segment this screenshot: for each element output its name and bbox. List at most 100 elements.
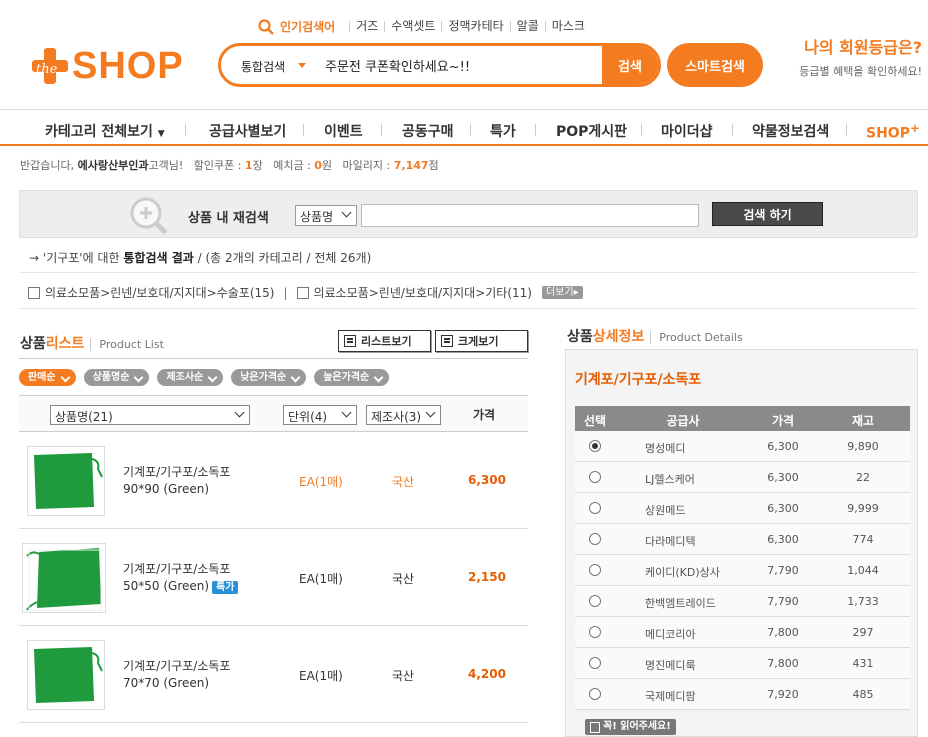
nav-suppliers[interactable]: 공급사별보기 — [209, 121, 286, 141]
chevron-down-icon[interactable] — [298, 63, 306, 72]
search-icon — [258, 18, 274, 35]
supplier-radio[interactable] — [589, 471, 601, 483]
product-name[interactable]: 기계포/기구포/소독포 70*70 (Green) — [123, 658, 230, 692]
member-grade-banner[interactable]: 나의 회원등급은? 등급별 혜택을 확인하세요! — [794, 34, 922, 79]
more-button[interactable]: 더보기▸ — [541, 286, 583, 299]
sort-sales[interactable]: 판매순 — [19, 369, 76, 386]
sort-price-high[interactable]: 높은가격순 — [314, 369, 390, 386]
header: the SHOP 인기검색어 거즈 수액셋트 정맥카테타 알콜 마스크 통합검색… — [0, 0, 928, 110]
supplier-row[interactable]: 명성메디 6,300 9,890 — [575, 431, 910, 462]
supplier-name: LJ헬스케어 — [645, 473, 695, 486]
product-detail-panel: 기계포/기구포/소독포 선택 공급사 가격 재고 명성메디 6,300 9,890 L… — [565, 349, 918, 737]
supplier-row[interactable]: 한백엠트레이드 7,790 1,733 — [575, 586, 910, 617]
supplier-stock: 9,890 — [847, 440, 879, 453]
list-view-button[interactable]: 리스트보기 — [338, 330, 431, 352]
product-name[interactable]: 기계포/기구포/소독포 90*90 (Green) — [123, 464, 230, 498]
category-checkbox[interactable] — [28, 286, 40, 299]
coupon-count[interactable]: 1 — [245, 159, 253, 172]
supplier-stock: 297 — [852, 626, 874, 639]
supplier-radio[interactable] — [589, 440, 601, 452]
sort-price-low[interactable]: 낮은가격순 — [231, 369, 307, 386]
supplier-row[interactable]: 다라메디텍 6,300 774 — [575, 524, 910, 555]
product-row[interactable]: 기계포/기구포/소독포 50*50 (Green) 특가 EA(1매) 국산 2,1… — [19, 529, 528, 626]
research-field-select[interactable]: 상품명 — [295, 205, 357, 226]
grid-view-button[interactable]: 크게보기 — [435, 330, 528, 352]
product-price: 4,200 — [468, 667, 506, 681]
sort-options: 판매순 상품명순 제조사순 낮은가격순 높은가격순 — [19, 369, 397, 386]
result-keyword: '기구포'에 대한 — [42, 251, 120, 265]
nav-all-categories[interactable]: 카테고리 전체보기 ▼ — [45, 121, 165, 141]
title-english: Product Details — [650, 331, 743, 344]
list-view-label: 리스트보기 — [361, 335, 412, 348]
nav-my-the-shop[interactable]: 마이더샵 — [661, 121, 713, 141]
product-image[interactable] — [22, 543, 106, 613]
nav-special[interactable]: 특가 — [490, 121, 516, 141]
nav-events[interactable]: 이벤트 — [324, 121, 363, 141]
member-grade-title: 나의 회원등급은? — [804, 38, 922, 57]
supplier-radio[interactable] — [589, 657, 601, 669]
product-name-line1: 기계포/기구포/소독포 — [123, 659, 231, 673]
supplier-radio[interactable] — [589, 533, 601, 545]
supplier-row[interactable]: LJ헬스케어 6,300 22 — [575, 462, 910, 493]
research-input[interactable] — [361, 204, 699, 227]
supplier-price: 7,800 — [767, 626, 799, 639]
sort-maker[interactable]: 제조사순 — [157, 369, 224, 386]
search-button[interactable]: 검색 — [602, 46, 658, 84]
supplier-row[interactable]: 케이디(KD)상사 7,790 1,044 — [575, 555, 910, 586]
supplier-radio[interactable] — [589, 595, 601, 607]
supplier-radio[interactable] — [589, 502, 601, 514]
product-name-filter[interactable]: 상품명(21) — [50, 405, 250, 425]
popular-keyword[interactable]: 알콜 — [509, 20, 545, 32]
coupon-unit: 장 — [252, 159, 263, 172]
nav-shop-plus[interactable]: SHOP+ — [866, 121, 920, 142]
popular-keyword[interactable]: 수액셋트 — [384, 20, 441, 32]
greeting-text: 반갑습니다, — [20, 159, 75, 172]
product-row[interactable]: 기계포/기구포/소독포 90*90 (Green) EA(1매) 국산 6,300 — [19, 432, 528, 529]
title-highlight: 리스트 — [45, 336, 85, 352]
unit-filter[interactable]: 단위(4) — [283, 405, 357, 425]
main-nav: 카테고리 전체보기 ▼ 공급사별보기 이벤트 공동구매 특가 POP게시판 마이… — [0, 111, 928, 146]
shop-logo[interactable]: the SHOP — [32, 44, 184, 88]
supplier-stock: 1,044 — [847, 564, 879, 577]
supplier-row[interactable]: 상원메드 6,300 9,999 — [575, 493, 910, 524]
nav-drug-info[interactable]: 약물정보검색 — [752, 121, 829, 141]
price-header: 가격 — [473, 408, 496, 422]
title-highlight: 상세정보 — [592, 329, 645, 345]
smart-search-button[interactable]: 스마트검색 — [667, 43, 763, 87]
research-button[interactable]: 검색 하기 — [712, 202, 823, 226]
nav-pop-board[interactable]: POP게시판 — [556, 121, 627, 141]
search-input[interactable]: 주문전 쿠폰확인하세요~!! — [325, 56, 470, 75]
product-image[interactable] — [27, 446, 105, 516]
nav-divider — [535, 124, 536, 136]
product-name[interactable]: 기계포/기구포/소독포 50*50 (Green) 특가 — [123, 561, 239, 595]
deposit-value[interactable]: 0 — [314, 159, 322, 172]
sort-name[interactable]: 상품명순 — [83, 369, 150, 386]
category-label[interactable]: 의료소모품>린넨/보호대/지지대>기타(11) — [314, 284, 532, 301]
supplier-row[interactable]: 메디코리아 7,800 297 — [575, 617, 910, 648]
product-row[interactable]: 기계포/기구포/소독포 70*70 (Green) EA(1매) 국산 4,200 — [19, 626, 528, 723]
product-name-line1: 기계포/기구포/소독포 — [123, 562, 231, 576]
popular-keyword[interactable]: 거즈 — [349, 20, 384, 32]
supplier-name: 명진메디룩 — [645, 659, 696, 672]
category-checkbox[interactable] — [296, 286, 309, 299]
search-category-select[interactable]: 통합검색 — [241, 58, 285, 75]
nav-group-buy[interactable]: 공동구매 — [402, 121, 454, 141]
category-label[interactable]: 의료소모품>린넨/보호대/지지대>수술포(15) — [45, 284, 274, 301]
notice-button[interactable]: 꼭! 읽어주세요! — [585, 719, 676, 735]
product-origin: 국산 — [392, 475, 415, 489]
supplier-stock: 431 — [852, 657, 874, 670]
supplier-row[interactable]: 국제메디팜 7,920 485 — [575, 679, 910, 710]
supplier-radio[interactable] — [589, 688, 601, 700]
mileage-value[interactable]: 7,147 — [394, 159, 429, 172]
more-label: 더보기 — [545, 287, 574, 298]
supplier-name: 국제메디팜 — [645, 690, 696, 703]
supplier-radio[interactable] — [589, 626, 601, 638]
product-image[interactable] — [27, 640, 105, 710]
supplier-radio[interactable] — [589, 564, 601, 576]
popular-keyword[interactable]: 마스크 — [544, 20, 591, 32]
supplier-row[interactable]: 명진메디룩 7,800 431 — [575, 648, 910, 679]
maker-filter[interactable]: 제조사(3) — [366, 405, 441, 425]
popular-label: 인기검색어 — [280, 20, 336, 34]
plus-icon: + — [909, 121, 920, 135]
popular-keyword[interactable]: 정맥카테타 — [441, 20, 509, 32]
